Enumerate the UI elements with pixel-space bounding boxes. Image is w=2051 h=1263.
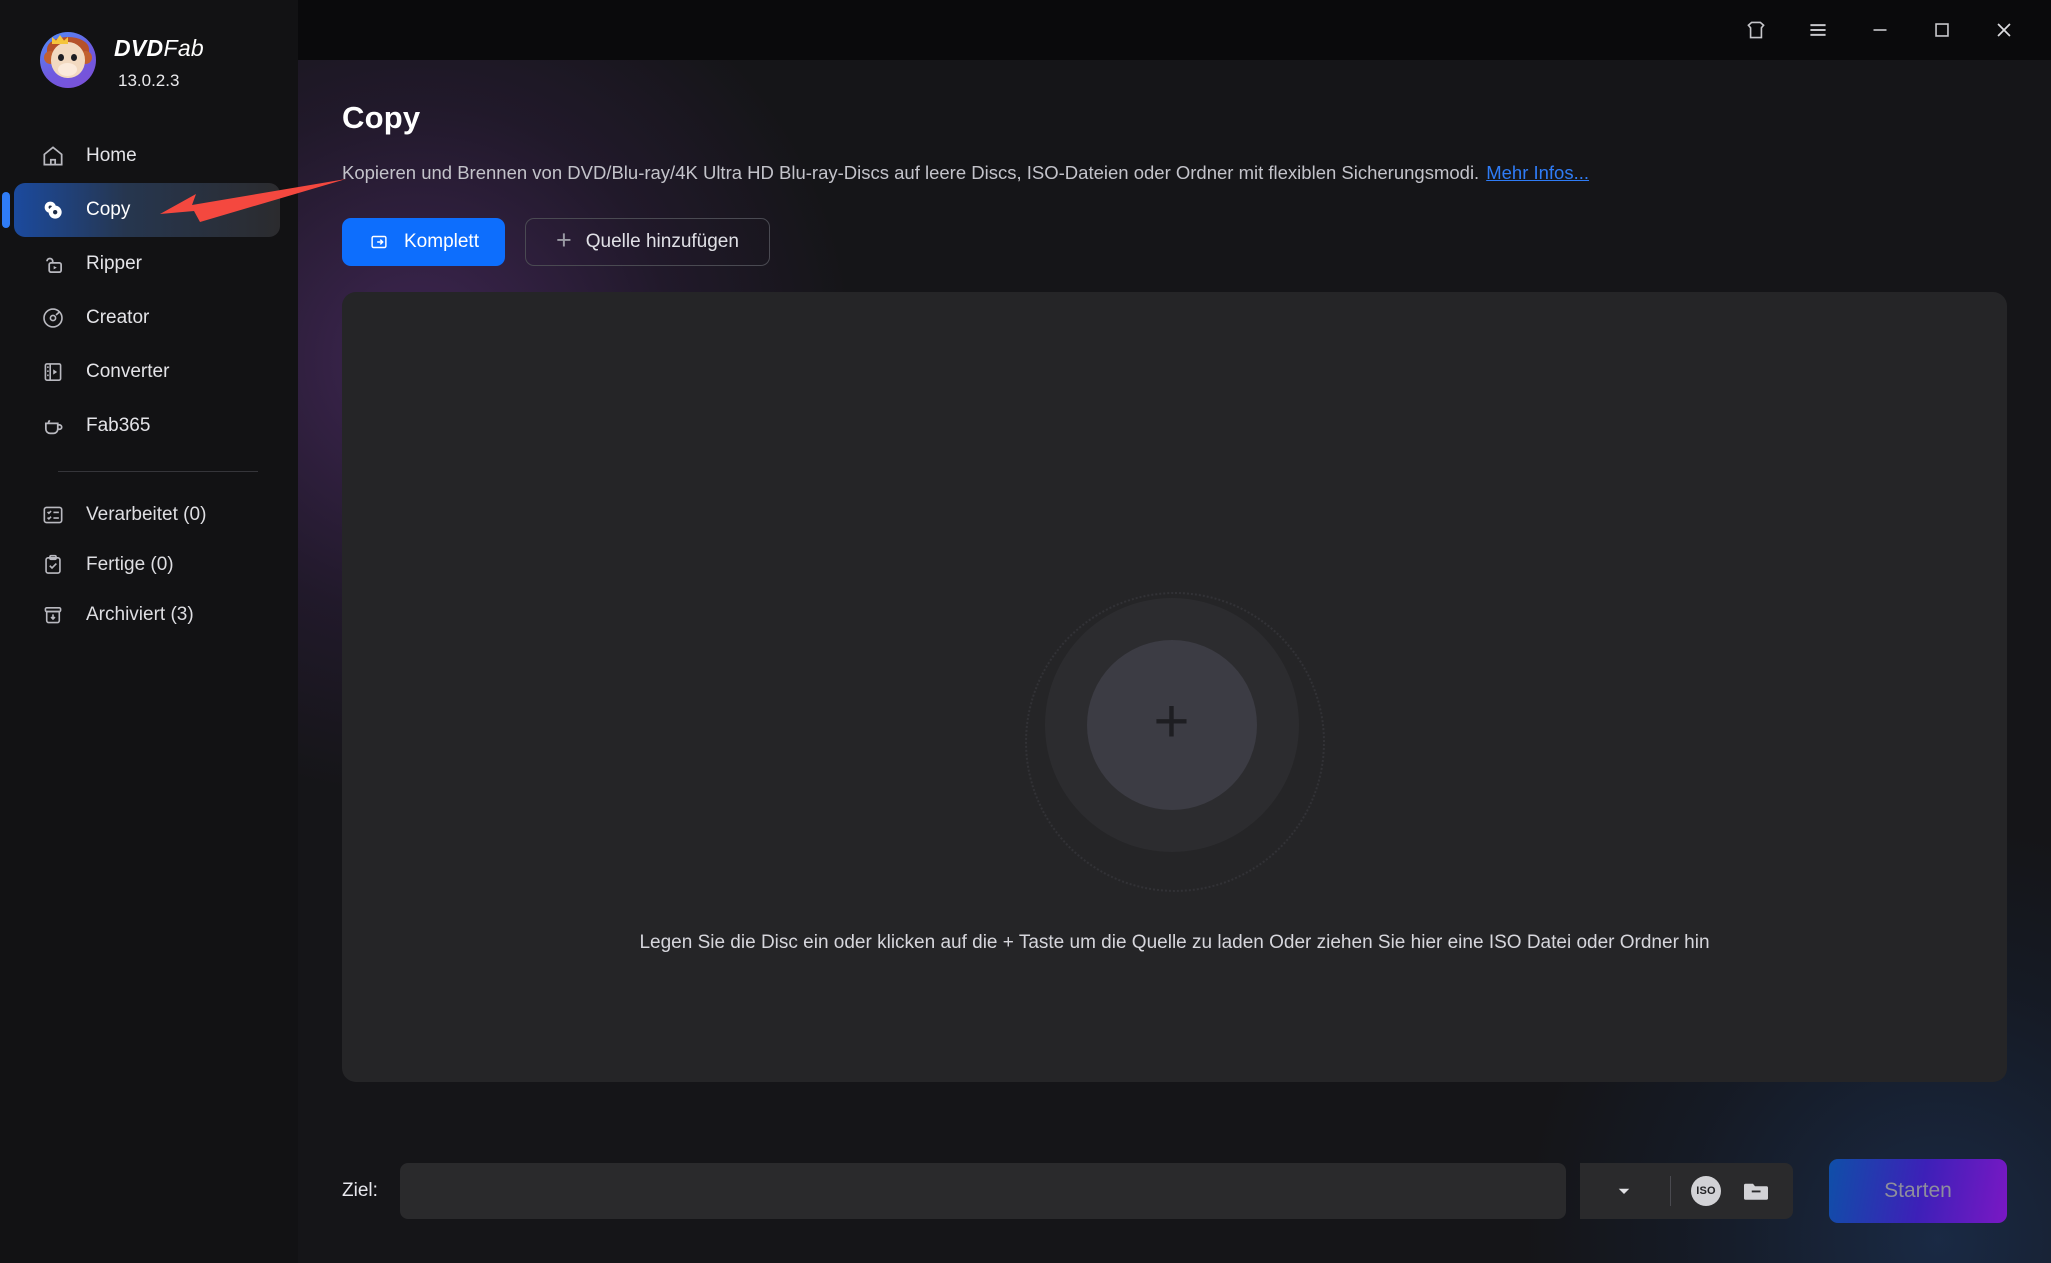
content-header: Copy Kopieren und Brennen von DVD/Blu-ra… — [298, 60, 2051, 1082]
iso-output-icon[interactable]: ISO — [1691, 1176, 1721, 1206]
dropzone-add-source[interactable]: + — [1024, 592, 1325, 892]
more-info-link[interactable]: Mehr Infos... — [1486, 162, 1589, 184]
target-control-group: ISO — [399, 1163, 1793, 1219]
start-button[interactable]: Starten — [1829, 1159, 2007, 1223]
theme-shirt-icon[interactable] — [1729, 6, 1783, 54]
sidebar-label-fab365: Fab365 — [86, 415, 151, 436]
target-label: Ziel: — [342, 1180, 378, 1201]
disc-copy-icon — [44, 201, 62, 219]
full-disc-icon — [371, 235, 387, 249]
dropzone-inner-circle[interactable]: + — [1086, 640, 1257, 810]
sidebar-item-converter[interactable]: Converter — [14, 345, 280, 399]
app-logo-text: DVDFab — [114, 35, 204, 62]
sidebar-label-archiviert: Archiviert (3) — [86, 604, 194, 625]
folder-output-icon[interactable] — [1741, 1176, 1771, 1206]
sidebar-label-converter: Converter — [86, 361, 170, 382]
close-icon[interactable] — [1977, 6, 2031, 54]
source-panel: + Legen Sie die Disc ein oder klicken au… — [342, 292, 2007, 1082]
ripper-folder-icon — [46, 257, 62, 273]
sidebar-item-ripper[interactable]: Ripper — [14, 237, 280, 291]
task-list-icon — [43, 506, 63, 524]
sidebar-item-creator[interactable]: Creator — [14, 291, 280, 345]
sidebar-label-verarbeitet: Verarbeitet (0) — [86, 504, 207, 525]
bottom-bar: Ziel: ISO Starten — [342, 1159, 2007, 1223]
main-area: Copy Kopieren und Brennen von DVD/Blu-ra… — [298, 0, 2051, 1263]
sidebar-label-creator: Creator — [86, 307, 150, 328]
dvdfab-window: DVDFab 13.0.2.3 Home Copy Ripper Creator… — [0, 0, 2051, 1263]
logo-dvd: DVD — [114, 35, 164, 61]
mode-komplett-button[interactable]: Komplett — [342, 218, 505, 266]
menu-icon[interactable] — [1791, 6, 1845, 54]
home-icon — [43, 146, 63, 166]
selection-indicator — [2, 192, 10, 228]
sidebar-label-ripper: Ripper — [86, 253, 142, 274]
sidebar-label-copy: Copy — [86, 199, 131, 220]
sidebar-label-home: Home — [86, 145, 137, 166]
sidebar-label-fertige: Fertige (0) — [86, 554, 174, 575]
target-icon-group: ISO — [1580, 1163, 1793, 1219]
add-source-button[interactable]: + Quelle hinzufügen — [524, 218, 770, 266]
sidebar-item-verarbeitet[interactable]: Verarbeitet (0) — [14, 490, 280, 540]
app-version: 13.0.2.3 — [118, 71, 180, 90]
maximize-icon[interactable] — [1915, 6, 1969, 54]
dropzone-plus-icon: + — [1153, 687, 1190, 756]
page-description: Kopieren und Brennen von DVD/Blu-ray/4K … — [342, 162, 2007, 184]
sidebar-item-home[interactable]: Home — [14, 129, 280, 183]
titlebar — [298, 0, 2051, 60]
icon-divider — [1670, 1176, 1671, 1206]
target-dropdown-chevron-icon[interactable] — [1598, 1163, 1650, 1219]
main-nav: Home Copy Ripper Creator Converter Fab36… — [0, 129, 298, 453]
minimize-icon[interactable] — [1853, 6, 1907, 54]
sidebar-item-fab365[interactable]: Fab365 — [14, 399, 280, 453]
coffee-cup-icon — [44, 419, 63, 435]
plus-icon: + — [555, 225, 572, 255]
status-nav: Verarbeitet (0) Fertige (0) Archiviert (… — [0, 490, 298, 640]
action-button-row: Komplett + Quelle hinzufügen — [342, 218, 2007, 266]
avatar — [40, 32, 96, 88]
clipboard-check-icon — [45, 554, 61, 574]
sidebar-item-fertige[interactable]: Fertige (0) — [14, 540, 280, 590]
brand-block: DVDFab 13.0.2.3 — [0, 0, 298, 91]
sidebar: DVDFab 13.0.2.3 Home Copy Ripper Creator… — [0, 0, 298, 1263]
add-source-label: Quelle hinzufügen — [585, 231, 739, 252]
sidebar-item-archiviert[interactable]: Archiviert (3) — [14, 590, 280, 640]
page-description-text: Kopieren und Brennen von DVD/Blu-ray/4K … — [342, 162, 1480, 183]
dropzone-hint: Legen Sie die Disc ein oder klicken auf … — [639, 932, 1710, 953]
sidebar-divider — [58, 471, 258, 472]
logo-fab: Fab — [163, 35, 205, 61]
sidebar-item-copy[interactable]: Copy — [2, 183, 280, 237]
film-strip-icon — [44, 363, 62, 381]
archive-box-icon — [44, 607, 62, 624]
mode-komplett-label: Komplett — [404, 231, 479, 252]
target-input[interactable] — [399, 1163, 1566, 1219]
disc-creator-icon — [43, 308, 63, 328]
page-title: Copy — [342, 100, 421, 135]
